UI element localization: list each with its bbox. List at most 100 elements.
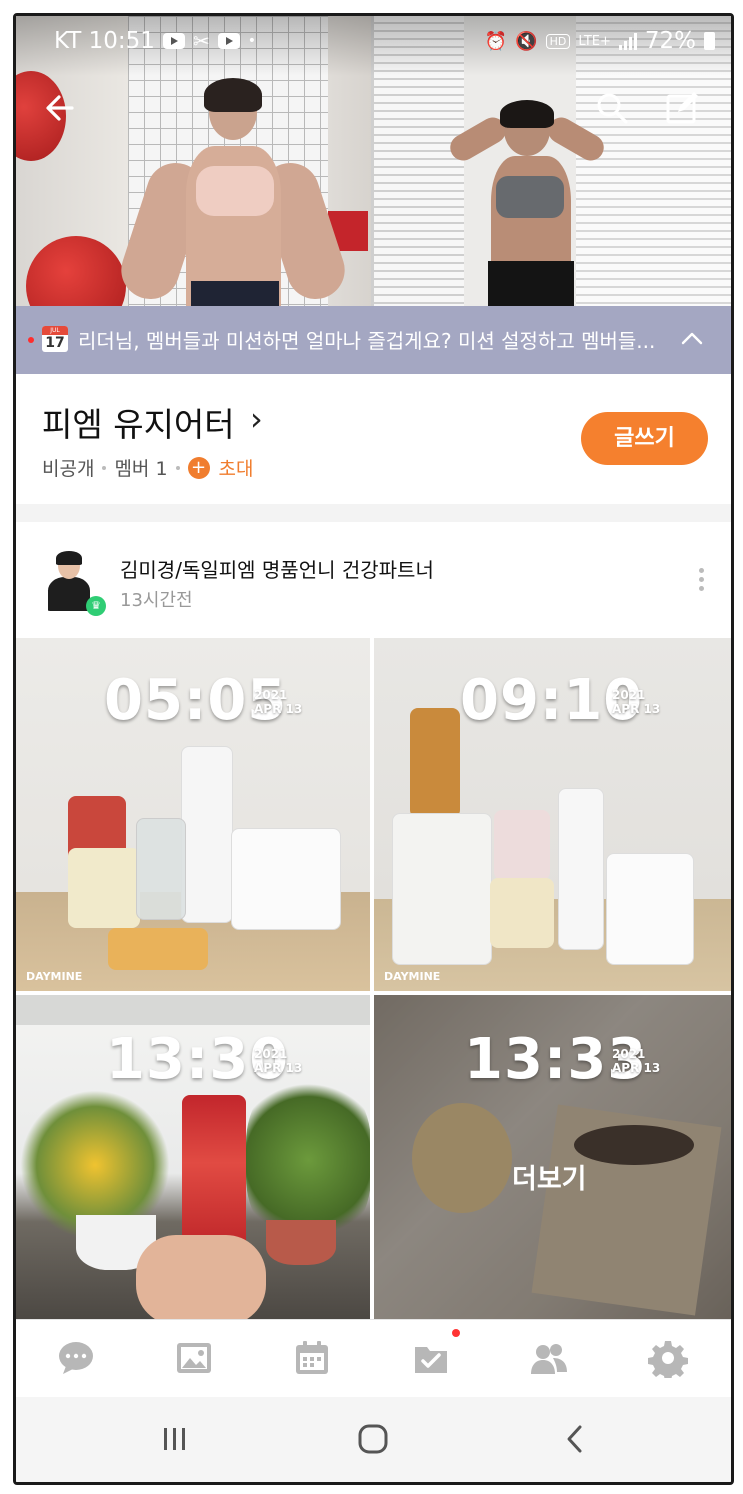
more-photos-label[interactable]: 더보기 xyxy=(512,1157,587,1196)
sports-pants xyxy=(191,281,279,306)
tab-photos[interactable] xyxy=(174,1338,214,1378)
post-more-button[interactable] xyxy=(699,568,705,594)
member-count[interactable]: 멤버 1 xyxy=(114,454,167,481)
privacy-label: 비공개 xyxy=(42,458,95,480)
photo-year: 2021 xyxy=(254,688,288,702)
tab-settings[interactable] xyxy=(648,1338,688,1381)
shaker-bottle xyxy=(181,746,233,923)
more-dot xyxy=(699,577,704,582)
back-nav-button[interactable] xyxy=(560,1422,590,1456)
edit-button[interactable] xyxy=(664,90,700,126)
whey-container xyxy=(392,813,492,965)
avatar[interactable] xyxy=(46,551,92,611)
sports-top xyxy=(196,166,274,216)
search-button[interactable] xyxy=(594,90,630,126)
separator-dot xyxy=(102,465,107,470)
desk-calendar xyxy=(606,853,694,965)
edit-icon xyxy=(666,92,698,124)
phone-screen: KT 10:51 ✂ • ⏰ 🔇 HD LTE+ 72% JUL 17 리더님,… xyxy=(13,13,734,1485)
flower-pot xyxy=(266,1220,336,1265)
photo-year: 2021 xyxy=(612,1047,646,1061)
desk-calendar xyxy=(231,828,341,930)
notification-dot xyxy=(452,1329,460,1337)
battery-icon xyxy=(704,32,715,50)
person-hair xyxy=(204,78,262,112)
dot-icon: • xyxy=(247,33,256,49)
band-meta: 비공개 멤버 1 + 초대 xyxy=(42,454,254,481)
invite-button[interactable]: + 초대 xyxy=(187,454,254,481)
shaker-bottle xyxy=(558,788,604,950)
calendar-icon: JUL 17 xyxy=(42,326,68,352)
mission-banner[interactable]: JUL 17 리더님, 멤버들과 미션하면 얼마나 즐겁게요? 미션 설정하고 … xyxy=(16,306,731,374)
watermark: DAYMINE xyxy=(26,970,83,983)
new-dot xyxy=(28,337,34,343)
chevron-left-icon xyxy=(567,1425,582,1453)
mission-icon xyxy=(415,1347,447,1373)
battery-percent: 72% xyxy=(644,28,696,54)
home-button[interactable] xyxy=(356,1422,390,1456)
android-nav-bar xyxy=(16,1397,731,1482)
photo-date: 2021 APR 13 xyxy=(254,1047,302,1075)
post-author[interactable]: 김미경/독일피엠 명품언니 건강파트너 xyxy=(120,554,434,583)
water-bottle xyxy=(136,818,186,920)
avatar-body xyxy=(48,577,90,611)
tab-calendar[interactable] xyxy=(292,1338,332,1378)
photo-date: 2021 APR 13 xyxy=(254,688,302,716)
product-can xyxy=(494,810,550,880)
post-photo-1[interactable]: 05:05 2021 APR 13 DAYMINE xyxy=(16,638,370,991)
product-can xyxy=(68,848,140,928)
tab-chat[interactable] xyxy=(56,1338,96,1378)
status-left: KT 10:51 ✂ • xyxy=(54,28,256,54)
window-frame xyxy=(16,995,370,1025)
chevron-right-icon[interactable]: › xyxy=(250,400,263,438)
chat-icon xyxy=(59,1342,93,1374)
screenshot-frame: KT 10:51 ✂ • ⏰ 🔇 HD LTE+ 72% JUL 17 리더님,… xyxy=(0,0,743,1494)
more-dot xyxy=(699,568,704,573)
photo-month-day: APR 13 xyxy=(612,1061,661,1075)
photo-date: 2021 APR 13 xyxy=(612,1047,660,1075)
photo-date: 2021 APR 13 xyxy=(612,688,660,716)
youtube-icon xyxy=(162,33,185,49)
status-bar: KT 10:51 ✂ • ⏰ 🔇 HD LTE+ 72% xyxy=(16,16,731,66)
band-title[interactable]: 피엠 유지어터 xyxy=(42,398,235,446)
back-button[interactable] xyxy=(42,90,78,126)
photo-icon xyxy=(177,1343,211,1373)
recents-button[interactable] xyxy=(160,1424,190,1454)
snack-packet xyxy=(108,928,208,970)
post-time: 13시간전 xyxy=(120,590,193,611)
avatar-hair xyxy=(56,551,82,565)
photo-year: 2021 xyxy=(254,1047,288,1061)
calendar-day: 17 xyxy=(45,335,65,351)
photo-month-day: APR 13 xyxy=(254,1061,303,1075)
hd-icon: HD xyxy=(545,33,571,49)
search-icon xyxy=(597,93,628,124)
product-bottle xyxy=(410,708,460,818)
photo-month-day: APR 13 xyxy=(254,702,303,716)
hand xyxy=(136,1235,266,1319)
recents-icon xyxy=(164,1428,185,1450)
chevron-up-icon xyxy=(681,332,703,345)
separator-dot xyxy=(175,465,180,470)
product-can xyxy=(490,878,554,948)
post-photo-3[interactable]: 13:30 2021 APR 13 xyxy=(16,995,370,1319)
post-photo-4[interactable]: 13:33 2021 APR 13 더보기 xyxy=(374,995,731,1319)
collapse-banner-button[interactable] xyxy=(680,326,704,350)
post-photo-2[interactable]: 09:10 2021 APR 13 DAYMINE xyxy=(374,638,731,991)
leader-crown-icon: ♛ xyxy=(86,596,106,616)
tab-members[interactable] xyxy=(529,1338,569,1378)
carrier-time: KT 10:51 xyxy=(54,28,155,54)
settings-icon xyxy=(648,1341,688,1381)
missed-call-icon: ✂ xyxy=(192,29,210,53)
photo-year: 2021 xyxy=(612,688,646,702)
tab-mission[interactable] xyxy=(411,1338,451,1378)
calendar-icon xyxy=(296,1341,328,1374)
more-dot xyxy=(699,586,704,591)
back-arrow-icon xyxy=(46,95,74,121)
write-post-button[interactable]: 글쓰기 xyxy=(581,412,708,465)
sports-pants xyxy=(488,261,574,306)
network-type: LTE+ xyxy=(578,33,611,49)
members-icon xyxy=(531,1344,567,1374)
mute-icon: 🔇 xyxy=(515,30,538,52)
banner-text: 리더님, 멤버들과 미션하면 얼마나 즐겁게요? 미션 설정하고 멤버들... xyxy=(78,329,656,353)
sports-top xyxy=(496,176,564,218)
